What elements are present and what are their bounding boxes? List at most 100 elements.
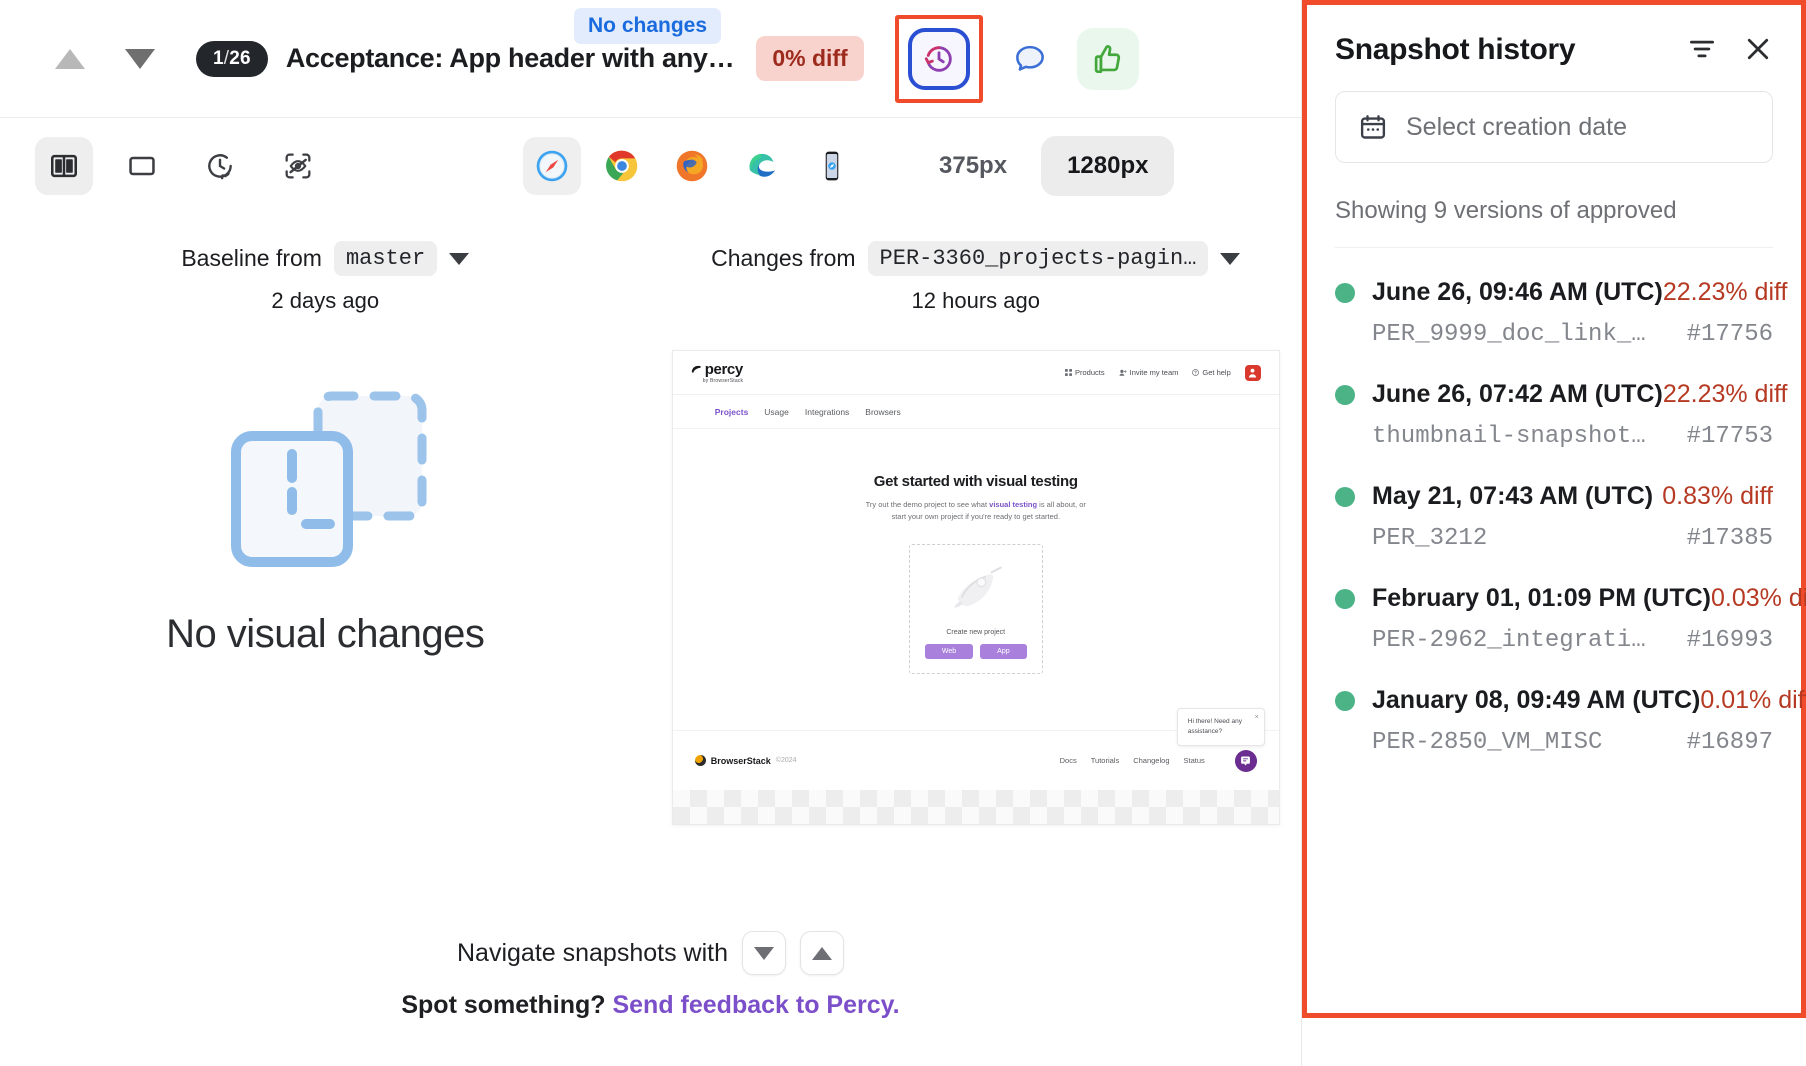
counter-separator: / bbox=[223, 47, 230, 69]
previous-snapshot-button[interactable] bbox=[46, 35, 94, 83]
comparison-headers: Baseline from master 2 days ago Changes … bbox=[0, 213, 1301, 314]
width-1280-button[interactable]: 1280px bbox=[1041, 135, 1175, 196]
snapshot-preview-wrap[interactable]: percy by BrowserStack Products Invite my… bbox=[671, 350, 1280, 826]
version-row-top: June 26, 07:42 AM (UTC) 22.23% diff bbox=[1335, 380, 1787, 409]
preview-nav-usage[interactable]: Usage bbox=[764, 407, 789, 417]
preview-paragraph-2: is all about, or bbox=[1037, 500, 1086, 509]
comment-button[interactable] bbox=[999, 28, 1061, 90]
version-branch: PER-2850_VM_MISC bbox=[1372, 729, 1603, 756]
panel-header-actions bbox=[1687, 34, 1773, 67]
preview-footer-docs[interactable]: Docs bbox=[1060, 756, 1077, 765]
preview-chat-bubble-text: Hi there! Need any assistance? bbox=[1187, 717, 1242, 735]
version-list-item[interactable]: May 21, 07:43 AM (UTC) 0.83% diff PER_32… bbox=[1335, 456, 1773, 558]
no-changes-pill: No changes bbox=[574, 8, 722, 44]
bottom-hints: Navigate snapshots with Spot something? … bbox=[0, 931, 1301, 1020]
version-row-top: May 21, 07:43 AM (UTC) 0.83% diff bbox=[1335, 482, 1773, 511]
preview-footer-status[interactable]: Status bbox=[1183, 756, 1204, 765]
version-list-item[interactable]: June 26, 07:42 AM (UTC) 22.23% diff thum… bbox=[1335, 354, 1787, 456]
preview-footer-changelog[interactable]: Changelog bbox=[1133, 756, 1169, 765]
panel-header: Snapshot history bbox=[1335, 5, 1773, 67]
user-add-icon bbox=[1119, 369, 1127, 376]
baseline-branch-chip[interactable]: master bbox=[333, 241, 438, 276]
preview-create-project-card[interactable]: Create new project Web App bbox=[908, 544, 1043, 675]
version-build: #16897 bbox=[1686, 729, 1773, 756]
preview-paragraph-link[interactable]: visual testing bbox=[989, 500, 1037, 509]
showing-versions-text: Showing 9 versions of approved bbox=[1335, 197, 1773, 248]
preview-nav: Projects Usage Integrations Browsers bbox=[672, 395, 1279, 429]
approve-button[interactable] bbox=[1077, 27, 1139, 90]
preview-nav-browsers[interactable]: Browsers bbox=[865, 407, 900, 417]
preview-link-invite[interactable]: Invite my team bbox=[1119, 368, 1178, 377]
clock-arrow-icon bbox=[208, 153, 232, 179]
side-by-side-view-button[interactable] bbox=[35, 136, 93, 195]
preview-link-products-label: Products bbox=[1075, 368, 1105, 377]
browser-firefox-button[interactable] bbox=[663, 137, 721, 195]
preview-app-button[interactable]: App bbox=[980, 644, 1027, 660]
version-list-item[interactable]: February 01, 01:09 PM (UTC) 0.03% diff P… bbox=[1335, 558, 1806, 660]
preview-footer-tutorials[interactable]: Tutorials bbox=[1091, 756, 1119, 765]
status-dot-icon bbox=[1335, 282, 1355, 303]
preview-heading: Get started with visual testing bbox=[873, 473, 1078, 490]
version-list-item[interactable]: January 08, 09:49 AM (UTC) 0.01% diff PE… bbox=[1335, 660, 1806, 762]
next-snapshot-button[interactable] bbox=[116, 35, 164, 83]
version-row-top: February 01, 01:09 PM (UTC) 0.03% diff bbox=[1335, 584, 1806, 613]
navigate-hint-text: Navigate snapshots with bbox=[457, 938, 728, 967]
version-row-bottom: PER_3212 #17385 bbox=[1335, 525, 1773, 552]
version-diff: 22.23% diff bbox=[1662, 278, 1788, 306]
filter-button[interactable] bbox=[1687, 34, 1717, 67]
feedback-link[interactable]: Send feedback to Percy. bbox=[612, 991, 899, 1019]
history-view-button[interactable] bbox=[191, 137, 249, 195]
width-375-button[interactable]: 375px bbox=[913, 136, 1033, 196]
eye-off-scan-icon bbox=[285, 153, 311, 178]
browser-mobile-button[interactable] bbox=[803, 137, 861, 195]
single-view-button[interactable] bbox=[113, 137, 171, 195]
rocket-illustration bbox=[910, 545, 1042, 629]
changes-body: percy by BrowserStack Products Invite my… bbox=[651, 314, 1302, 826]
changes-branch-chip[interactable]: PER-3360_projects-pagin… bbox=[867, 241, 1209, 276]
browser-edge-button[interactable] bbox=[733, 137, 791, 195]
version-row-top: June 26, 09:46 AM (UTC) 22.23% diff bbox=[1335, 278, 1787, 307]
preview-web-button[interactable]: Web bbox=[924, 644, 974, 660]
rocket-icon bbox=[954, 566, 1002, 609]
changes-label: Changes from bbox=[711, 245, 856, 271]
avatar-icon bbox=[1249, 368, 1257, 378]
baseline-column: Baseline from master 2 days ago bbox=[0, 241, 651, 314]
browser-chrome-button[interactable] bbox=[593, 137, 651, 195]
creation-date-picker[interactable]: Select creation date bbox=[1335, 91, 1773, 163]
preview-link-help[interactable]: Get help bbox=[1192, 368, 1231, 377]
chevron-down-icon[interactable] bbox=[449, 252, 470, 265]
key-up-button[interactable] bbox=[799, 931, 844, 975]
preview-topbar: percy by BrowserStack Products Invite my… bbox=[672, 351, 1279, 395]
chat-bubble-close-icon[interactable]: × bbox=[1255, 713, 1259, 724]
baseline-label: Baseline from bbox=[181, 245, 322, 271]
preview-nav-integrations[interactable]: Integrations bbox=[805, 407, 849, 417]
preview-chat-bubble: × Hi there! Need any assistance? bbox=[1176, 707, 1265, 747]
version-row-top: January 08, 09:49 AM (UTC) 0.01% diff bbox=[1335, 686, 1806, 715]
snapshot-history-panel: Snapshot history Select creation date Sh… bbox=[1302, 0, 1806, 1018]
preview-avatar[interactable] bbox=[1244, 364, 1261, 381]
snapshot-history-button[interactable] bbox=[908, 27, 970, 90]
status-dot-icon bbox=[1335, 486, 1355, 507]
close-panel-button[interactable] bbox=[1743, 34, 1773, 67]
snapshot-history-highlight bbox=[895, 14, 983, 103]
preview-nav-projects[interactable]: Projects bbox=[715, 407, 749, 417]
chevron-down-icon[interactable] bbox=[1220, 252, 1241, 265]
version-list-item[interactable]: June 26, 09:46 AM (UTC) 22.23% diff PER_… bbox=[1335, 252, 1787, 354]
browser-safari-button[interactable] bbox=[523, 136, 581, 195]
feedback-prefix: Spot something? bbox=[401, 991, 613, 1019]
preview-link-products[interactable]: Products bbox=[1065, 368, 1105, 377]
preview-footer-brand: BrowserStack bbox=[710, 755, 771, 766]
feedback-row: Spot something? Send feedback to Percy. bbox=[401, 991, 899, 1020]
changes-column: Changes from PER-3360_projects-pagin… 12… bbox=[651, 241, 1302, 314]
filter-icon bbox=[1690, 40, 1714, 57]
preview-card-buttons: Web App bbox=[924, 644, 1027, 660]
version-build: #17385 bbox=[1686, 525, 1773, 552]
version-date: June 26, 09:46 AM (UTC) bbox=[1372, 278, 1663, 306]
snapshot-preview[interactable]: percy by BrowserStack Products Invite my… bbox=[671, 350, 1280, 826]
preview-chat-button[interactable] bbox=[1234, 749, 1257, 772]
snapshot-counter: 1/26 bbox=[196, 40, 268, 77]
counter-total: 26 bbox=[229, 47, 251, 69]
version-list: June 26, 09:46 AM (UTC) 22.23% diff PER_… bbox=[1335, 252, 1806, 762]
hide-overlay-button[interactable] bbox=[269, 137, 327, 195]
key-down-button[interactable] bbox=[741, 931, 786, 975]
